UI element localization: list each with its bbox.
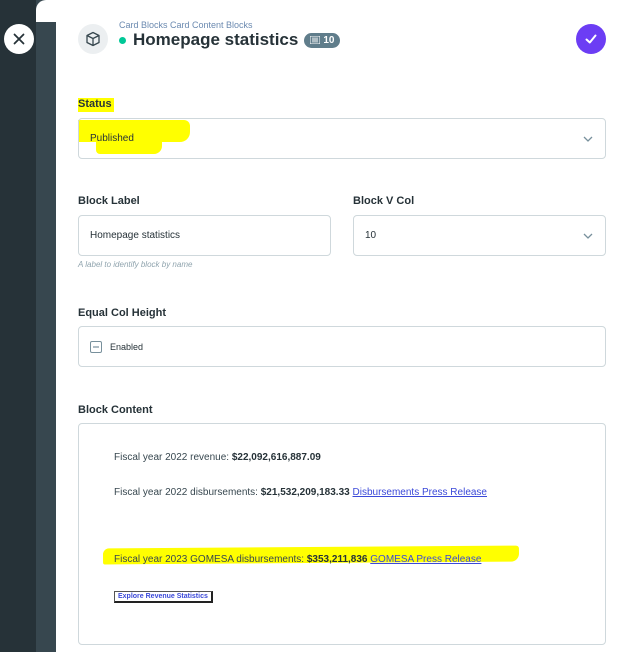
block-label-hint: A label to identify block by name [78, 260, 193, 269]
block-v-col-label: Block V Col [353, 195, 415, 207]
id-badge: 10 [304, 32, 341, 48]
equal-col-height-label: Equal Col Height [78, 307, 166, 319]
block-label-value: Homepage statistics [90, 230, 181, 241]
equal-col-height-value: Enabled [110, 341, 144, 352]
chevron-down-icon [583, 136, 593, 142]
content-line-disbursements: Fiscal year 2022 disbursements: $21,532,… [114, 487, 487, 498]
block-v-col-value: 10 [365, 230, 377, 241]
content-line-revenue: Fiscal year 2022 revenue: $22,092,616,88… [114, 452, 321, 463]
stacked-panel-edge [36, 0, 56, 652]
title-row: Homepage statistics 10 [119, 30, 341, 50]
cube-icon [86, 31, 100, 47]
revenue-text: Fiscal year 2022 revenue: [114, 452, 232, 463]
barcode-icon [310, 36, 321, 44]
gomesa-value: $353,211,836 [306, 554, 368, 565]
gomesa-press-release-link[interactable]: GOMESA Press Release [370, 554, 481, 565]
equal-col-height-toggle[interactable]: Enabled [78, 326, 606, 367]
content-line-gomesa: Fiscal year 2023 GOMESA disbursements: $… [114, 554, 481, 565]
disbursements-text: Fiscal year 2022 disbursements: [114, 487, 261, 498]
block-content-editor[interactable]: Fiscal year 2022 revenue: $22,092,616,88… [78, 423, 606, 645]
block-type-avatar [78, 24, 108, 54]
edit-panel: Card Blocks Card Content Blocks Homepage… [56, 0, 624, 652]
id-badge-count: 10 [323, 34, 335, 46]
breadcrumb[interactable]: Card Blocks Card Content Blocks [119, 20, 253, 30]
page-title: Homepage statistics [133, 30, 299, 49]
checkbox-indeterminate-icon[interactable] [90, 340, 102, 353]
block-label-label: Block Label [78, 195, 140, 207]
close-button[interactable] [4, 24, 34, 54]
check-icon [585, 34, 597, 44]
revenue-value: $22,092,616,887.09 [231, 452, 321, 463]
status-dot [119, 36, 126, 44]
block-content-label: Block Content [78, 404, 153, 416]
close-icon [13, 33, 25, 45]
disbursements-value: $21,532,209,183.33 [260, 487, 350, 498]
block-v-col-select[interactable]: 10 [353, 215, 606, 256]
status-value: Published [90, 133, 134, 144]
block-label-input[interactable]: Homepage statistics [78, 215, 331, 256]
status-select[interactable]: Published [78, 118, 606, 159]
disbursements-press-release-link[interactable]: Disbursements Press Release [353, 487, 488, 498]
chevron-down-icon [583, 233, 593, 239]
stacked-panel-corner [36, 0, 56, 22]
panel-header: Card Blocks Card Content Blocks Homepage… [56, 0, 624, 80]
left-rail [0, 0, 36, 652]
status-label: Status [78, 98, 112, 110]
save-button[interactable] [576, 24, 606, 54]
explore-revenue-statistics-button[interactable]: Explore Revenue Statistics [114, 591, 213, 603]
gomesa-text: Fiscal year 2023 GOMESA disbursements: [114, 554, 307, 565]
